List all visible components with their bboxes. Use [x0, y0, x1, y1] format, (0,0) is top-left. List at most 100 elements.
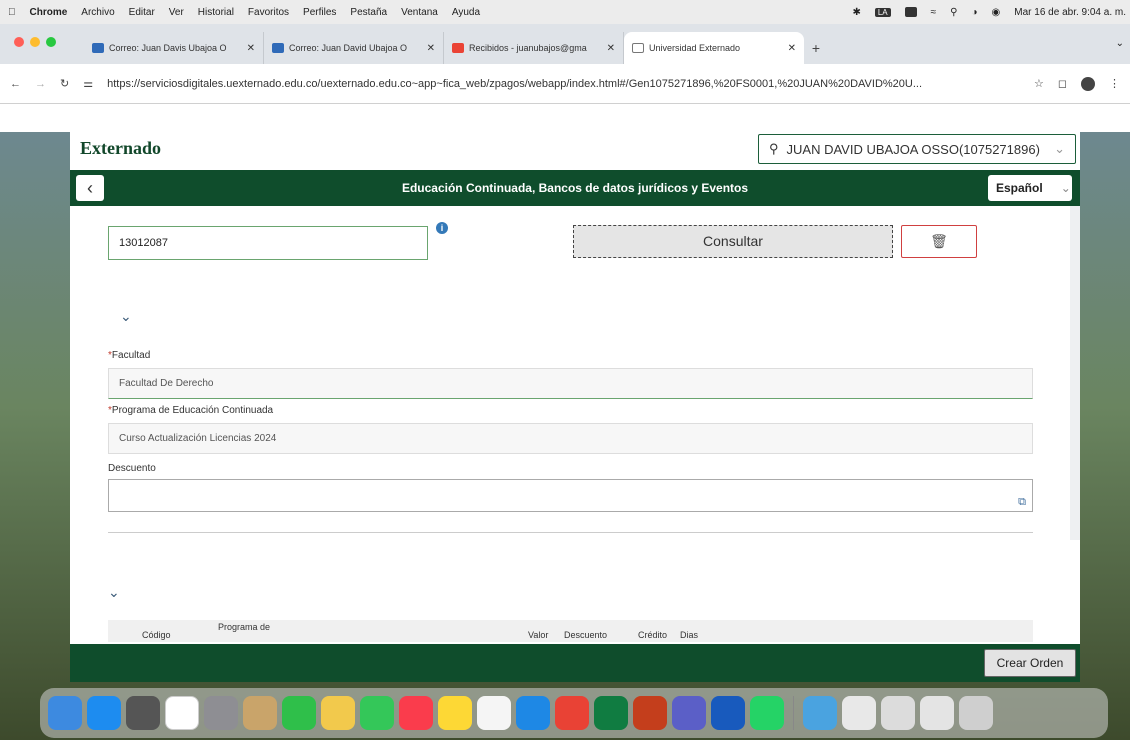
bookmark-star-icon[interactable]: ☆ [1034, 77, 1044, 90]
photos-icon[interactable] [321, 696, 355, 730]
page-favicon-icon [632, 43, 644, 53]
menu-clock[interactable]: Mar 16 de abr. 9:04 a. m. [1014, 7, 1126, 18]
calculator-icon[interactable] [126, 696, 160, 730]
menu-ayuda[interactable]: Ayuda [452, 7, 480, 18]
scrollbar[interactable] [1070, 206, 1080, 540]
document-thumbnail-icon[interactable] [842, 696, 876, 730]
menu-perfiles[interactable]: Perfiles [303, 7, 336, 18]
siri-icon[interactable]: ◉ [992, 7, 1001, 18]
collapse-chevron-icon[interactable]: ⌄ [120, 308, 132, 325]
excel-icon[interactable] [594, 696, 628, 730]
back-button[interactable]: ‹ [76, 175, 104, 201]
menu-favoritos[interactable]: Favoritos [248, 7, 289, 18]
tab-close-icon[interactable]: ✕ [607, 43, 615, 54]
menu-historial[interactable]: Historial [198, 7, 234, 18]
descuento-field[interactable]: ⧉ [108, 479, 1033, 512]
section-divider [108, 532, 1033, 533]
gmail-icon [452, 43, 464, 53]
chrome-icon[interactable] [555, 696, 589, 730]
footer-bar: Crear Orden [70, 644, 1080, 682]
contacts-icon[interactable] [243, 696, 277, 730]
programa-field[interactable]: Curso Actualización Licencias 2024 [108, 423, 1033, 454]
close-window-button[interactable] [14, 37, 24, 47]
menu-pestana[interactable]: Pestaña [350, 7, 387, 18]
info-icon[interactable]: i [436, 222, 448, 234]
whatsapp-icon[interactable] [750, 696, 784, 730]
new-tab-button[interactable]: + [804, 32, 828, 64]
music-icon[interactable] [399, 696, 433, 730]
profile-avatar[interactable] [1081, 76, 1095, 91]
delete-button[interactable]: 🗑 [901, 225, 977, 258]
col-header: Crédito [638, 630, 668, 640]
powerpoint-icon[interactable] [633, 696, 667, 730]
calendar-icon[interactable] [165, 696, 199, 730]
col-header: Descuento [564, 630, 608, 640]
extension-icon[interactable]: ✱ [852, 7, 860, 18]
url-field[interactable]: https://serviciosdigitales.uexternado.ed… [107, 78, 1020, 90]
tab-search-chevron-icon[interactable]: ⌄ [1116, 38, 1124, 49]
notes-icon[interactable] [438, 696, 472, 730]
minimize-window-button[interactable] [30, 37, 40, 47]
consultar-button[interactable]: Consultar [573, 225, 893, 258]
user-menu[interactable]: ⚲ JUAN DAVID UBAJOA OSSO(1075271896) ⌄ [758, 134, 1076, 164]
tab-title: Correo: Juan Davis Ubajoa O [109, 43, 227, 53]
messages-icon[interactable] [360, 696, 394, 730]
menu-editar[interactable]: Editar [129, 7, 155, 18]
crear-orden-button[interactable]: Crear Orden [984, 649, 1076, 677]
facetime-icon[interactable] [282, 696, 316, 730]
language-select[interactable]: Español ⌄ [988, 175, 1072, 201]
system-settings-icon[interactable] [204, 696, 238, 730]
facultad-label: *Facultad [108, 350, 151, 361]
forward-arrow-icon[interactable]: → [35, 78, 46, 90]
back-arrow-icon[interactable]: ← [10, 78, 21, 90]
zoom-window-button[interactable] [46, 37, 56, 47]
tab-correo-1[interactable]: Correo: Juan Davis Ubajoa O ✕ [84, 32, 264, 64]
input-source-badge[interactable]: LA [874, 7, 891, 17]
menu-ver[interactable]: Ver [169, 7, 184, 18]
tab-close-icon[interactable]: ✕ [788, 43, 796, 54]
downloads-folder-icon[interactable] [803, 696, 837, 730]
battery-icon[interactable] [904, 7, 917, 17]
site-info-icon[interactable]: ⚌ [83, 77, 93, 90]
control-center-icon[interactable]: ◑ [971, 7, 977, 18]
teams-icon[interactable] [672, 696, 706, 730]
app-store-icon[interactable] [87, 696, 121, 730]
dock [40, 688, 1108, 738]
order-input[interactable]: 13012087 [108, 226, 428, 260]
spotlight-icon[interactable]: ⚲ [950, 7, 957, 18]
col-header: Código [142, 630, 171, 640]
address-bar-row: ← → ↻ ⚌ https://serviciosdigitales.uexte… [0, 64, 1130, 104]
programa-label: *Programa de Educación Continuada [108, 405, 274, 416]
menu-ventana[interactable]: Ventana [401, 7, 438, 18]
tab-gmail[interactable]: Recibidos - juanubajos@gma ✕ [444, 32, 624, 64]
tab-close-icon[interactable]: ✕ [247, 43, 255, 54]
tab-close-icon[interactable]: ✕ [427, 43, 435, 54]
apple-icon[interactable]:  [8, 7, 16, 18]
web-app: Externado ⚲ JUAN DAVID UBAJOA OSSO(10752… [70, 132, 1080, 682]
menu-archivo[interactable]: Archivo [81, 7, 114, 18]
more-menu-icon[interactable]: ⋮ [1109, 77, 1120, 90]
extensions-icon[interactable]: ◻ [1058, 77, 1067, 90]
menu-chrome[interactable]: Chrome [30, 7, 68, 18]
wifi-icon[interactable]: ≈ [931, 7, 937, 18]
chevron-down-icon: ⌄ [1054, 141, 1065, 156]
trash-bin-icon[interactable] [959, 696, 993, 730]
value-help-icon[interactable]: ⧉ [1018, 488, 1026, 517]
safari-icon[interactable] [516, 696, 550, 730]
tab-correo-2[interactable]: Correo: Juan David Ubajoa O ✕ [264, 32, 444, 64]
outlook-icon [92, 43, 104, 53]
finder-icon[interactable] [48, 696, 82, 730]
tab-externado[interactable]: Universidad Externado ✕ [624, 32, 804, 64]
collapse-chevron-icon[interactable]: ⌄ [108, 584, 120, 601]
page-top-spacer [0, 104, 1130, 132]
document-thumbnail-icon[interactable] [881, 696, 915, 730]
facultad-field[interactable]: Facultad De Derecho [108, 368, 1033, 399]
reminders-icon[interactable] [477, 696, 511, 730]
menu-bar:  Chrome Archivo Editar Ver Historial Fa… [0, 0, 1130, 24]
descuento-label: Descuento [108, 463, 156, 474]
title-bar: ‹ Educación Continuada, Bancos de datos … [70, 170, 1080, 206]
document-thumbnail-icon[interactable] [920, 696, 954, 730]
word-icon[interactable] [711, 696, 745, 730]
col-header: Programa de [218, 622, 271, 632]
reload-icon[interactable]: ↻ [60, 77, 69, 90]
